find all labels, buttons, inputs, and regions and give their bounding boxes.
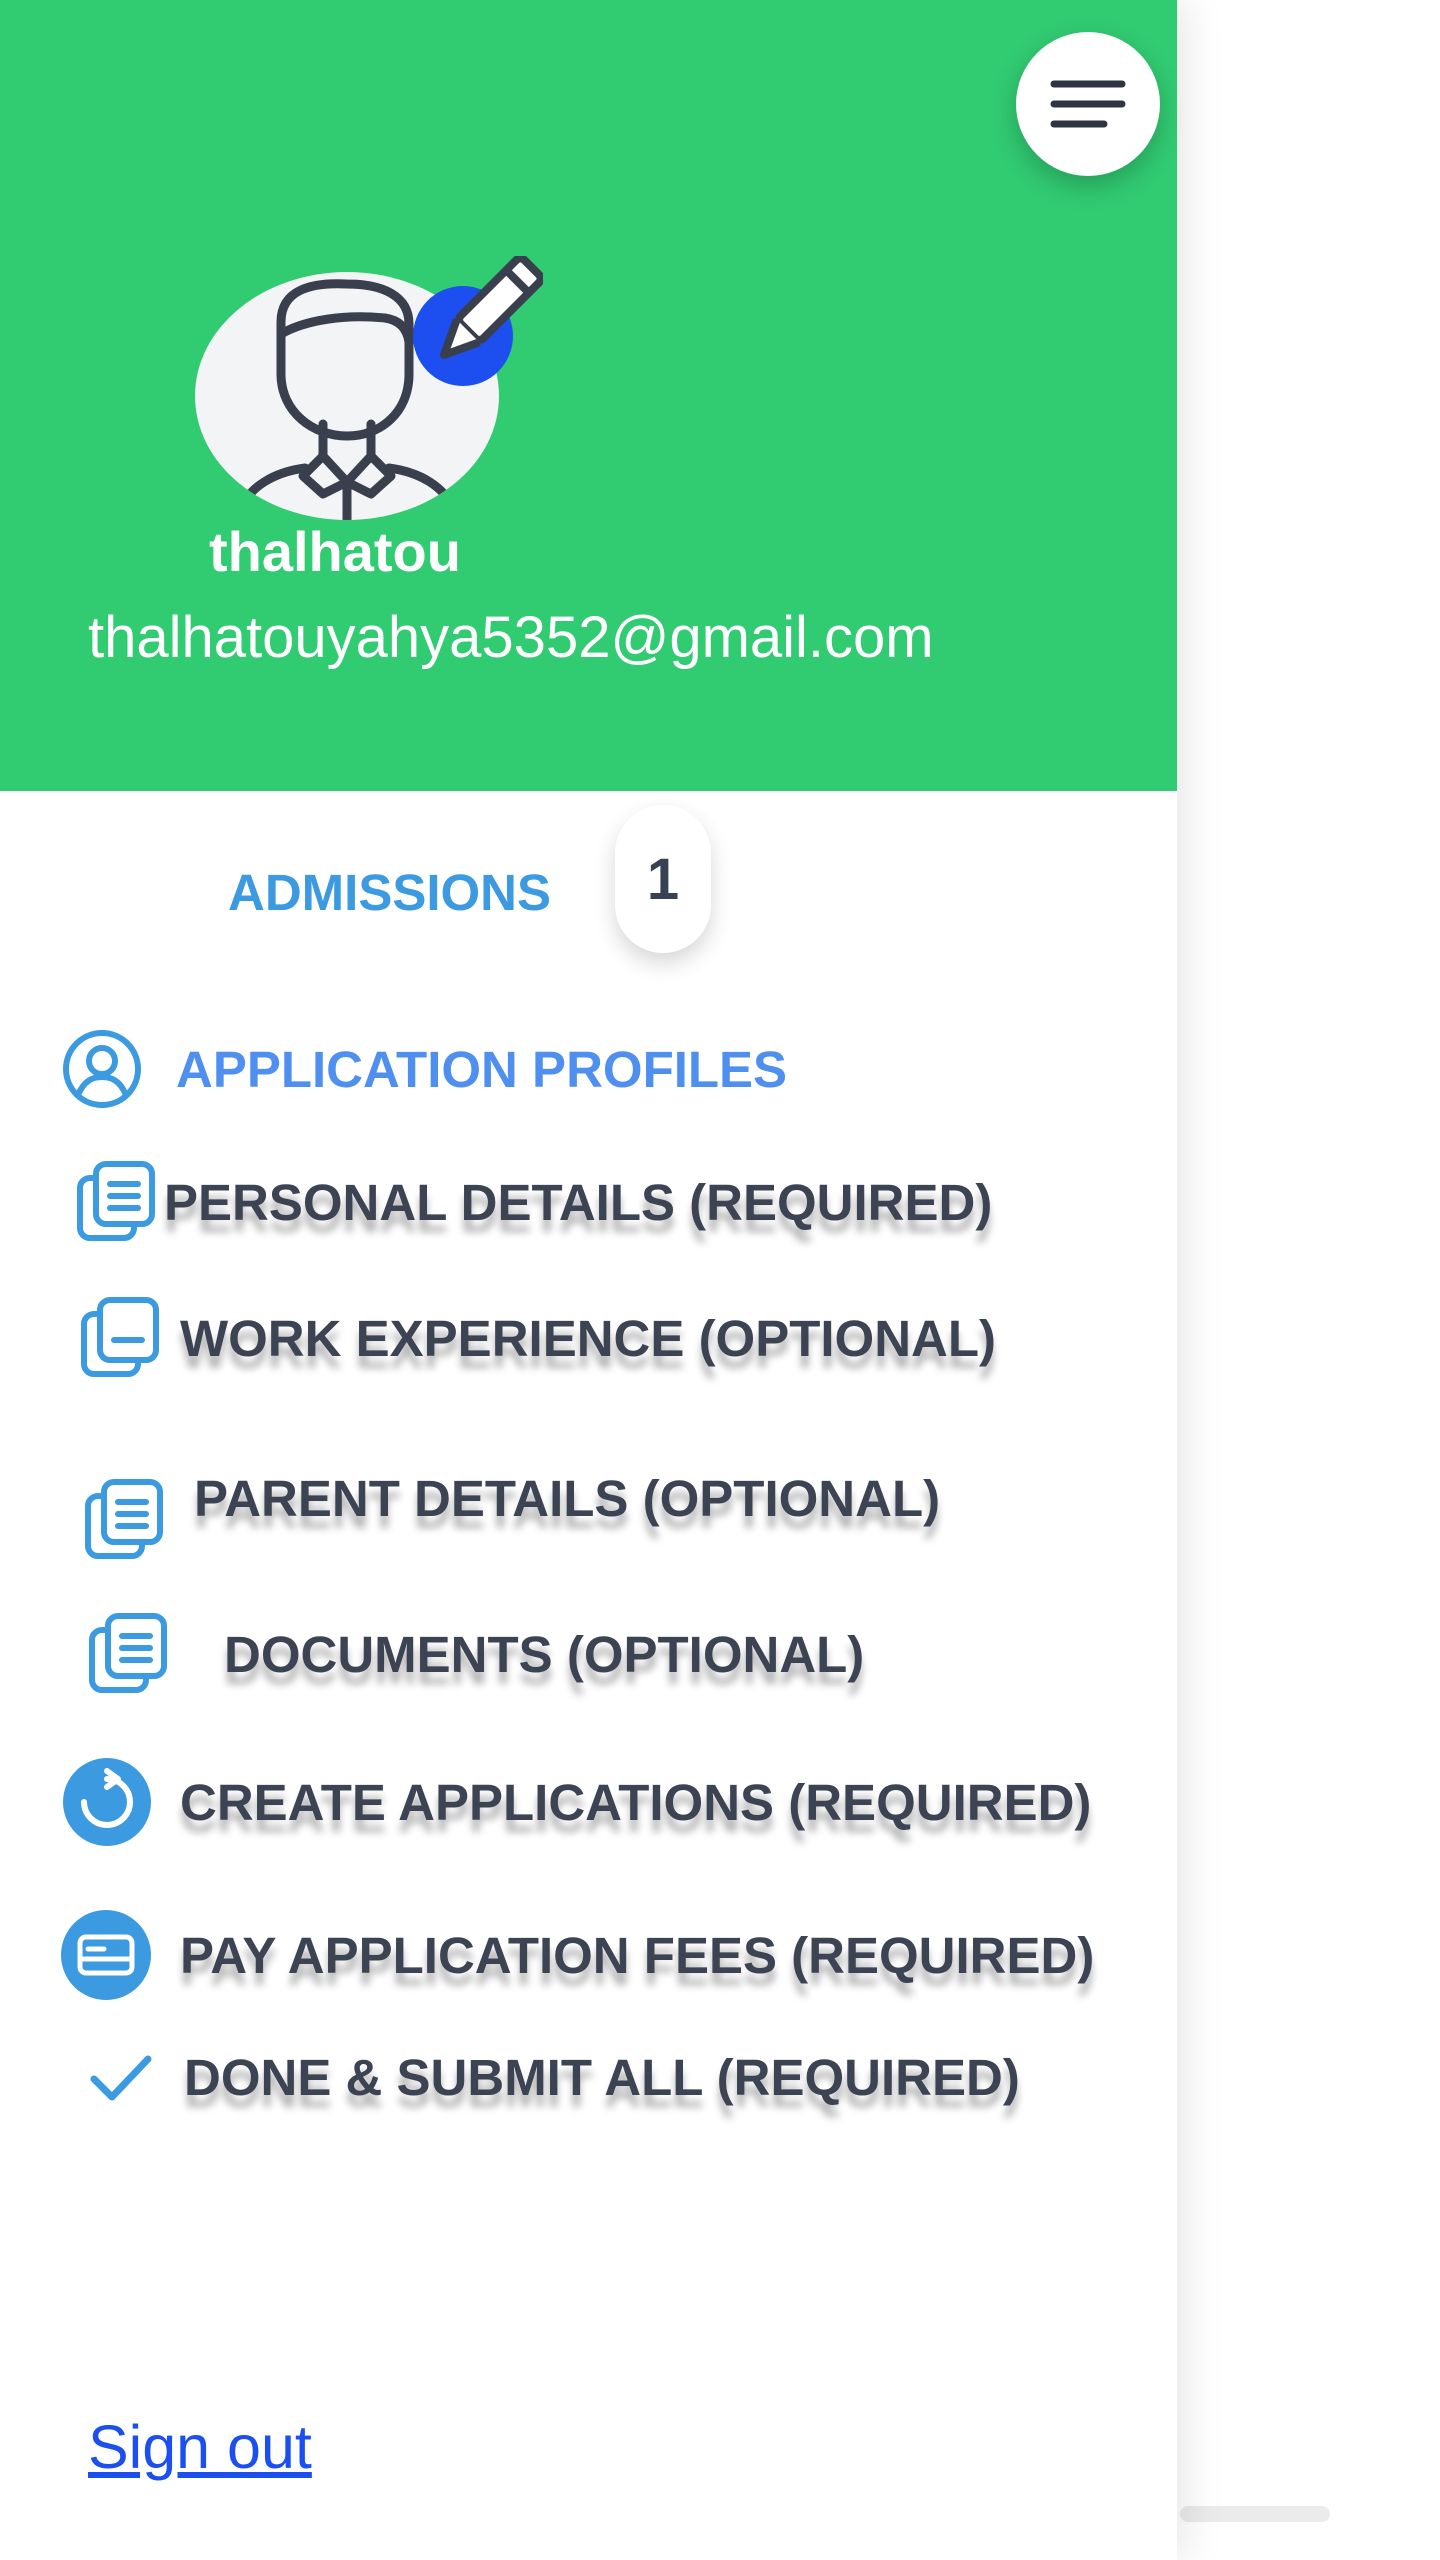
sign-out-link[interactable]: Sign out	[88, 2412, 312, 2482]
user-circle-icon	[63, 1030, 141, 1108]
credit-card-icon	[61, 1910, 151, 2000]
menu-item-label: WORK EXPERIENCE (OPTIONAL)	[180, 1309, 997, 1367]
refresh-circle-icon	[63, 1758, 151, 1846]
menu-item-label: PAY APPLICATION FEES (REQUIRED)	[180, 1926, 1095, 1984]
pencil-edit-icon	[413, 254, 545, 386]
document-copy-icon	[81, 1297, 159, 1377]
document-copy-icon	[77, 1161, 155, 1241]
page-background	[1177, 0, 1440, 2560]
avatar-container	[195, 250, 555, 525]
menu-item-label: PERSONAL DETAILS (REQUIRED)	[164, 1173, 993, 1231]
hamburger-menu-icon	[1050, 80, 1126, 128]
menu-item-done-submit[interactable]: DONE & SUBMIT ALL (REQUIRED)	[86, 2036, 1020, 2118]
document-copy-icon	[89, 1613, 167, 1693]
check-icon	[90, 2055, 152, 2101]
admissions-count-badge: 1	[615, 805, 711, 953]
tab-admissions[interactable]: ADMISSIONS	[228, 860, 551, 926]
menu-item-work-experience[interactable]: WORK EXPERIENCE (OPTIONAL)	[78, 1296, 996, 1380]
menu-item-label: PARENT DETAILS (OPTIONAL)	[194, 1469, 941, 1527]
edit-avatar-button[interactable]	[413, 254, 545, 386]
scroll-indicator[interactable]	[1180, 2506, 1330, 2522]
menu-item-pay-application-fees[interactable]: PAY APPLICATION FEES (REQUIRED)	[60, 1908, 1094, 2002]
menu-item-personal-details[interactable]: PERSONAL DETAILS (REQUIRED)	[74, 1160, 992, 1244]
menu-item-parent-details[interactable]: PARENT DETAILS (OPTIONAL)	[82, 1456, 941, 1559]
navigation-drawer: thalhatou thalhatouyahya5352@gmail.com A…	[0, 0, 1177, 2560]
section-heading-label: APPLICATION PROFILES	[176, 1040, 788, 1098]
application-profiles-heading[interactable]: APPLICATION PROFILES	[60, 1022, 787, 1116]
menu-button[interactable]	[1016, 32, 1160, 176]
menu-item-create-applications[interactable]: CREATE APPLICATIONS (REQUIRED)	[62, 1756, 1091, 1848]
menu-item-label: DOCUMENTS (OPTIONAL)	[224, 1625, 865, 1683]
profile-header: thalhatou thalhatouyahya5352@gmail.com	[0, 0, 1177, 791]
profile-email: thalhatouyahya5352@gmail.com	[88, 605, 934, 670]
profile-username: thalhatou	[209, 520, 461, 583]
menu-item-label: CREATE APPLICATIONS (REQUIRED)	[180, 1773, 1092, 1831]
menu-item-label: DONE & SUBMIT ALL (REQUIRED)	[184, 2048, 1020, 2106]
menu-item-documents[interactable]: DOCUMENTS (OPTIONAL)	[86, 1612, 864, 1696]
document-copy-icon	[85, 1479, 163, 1559]
